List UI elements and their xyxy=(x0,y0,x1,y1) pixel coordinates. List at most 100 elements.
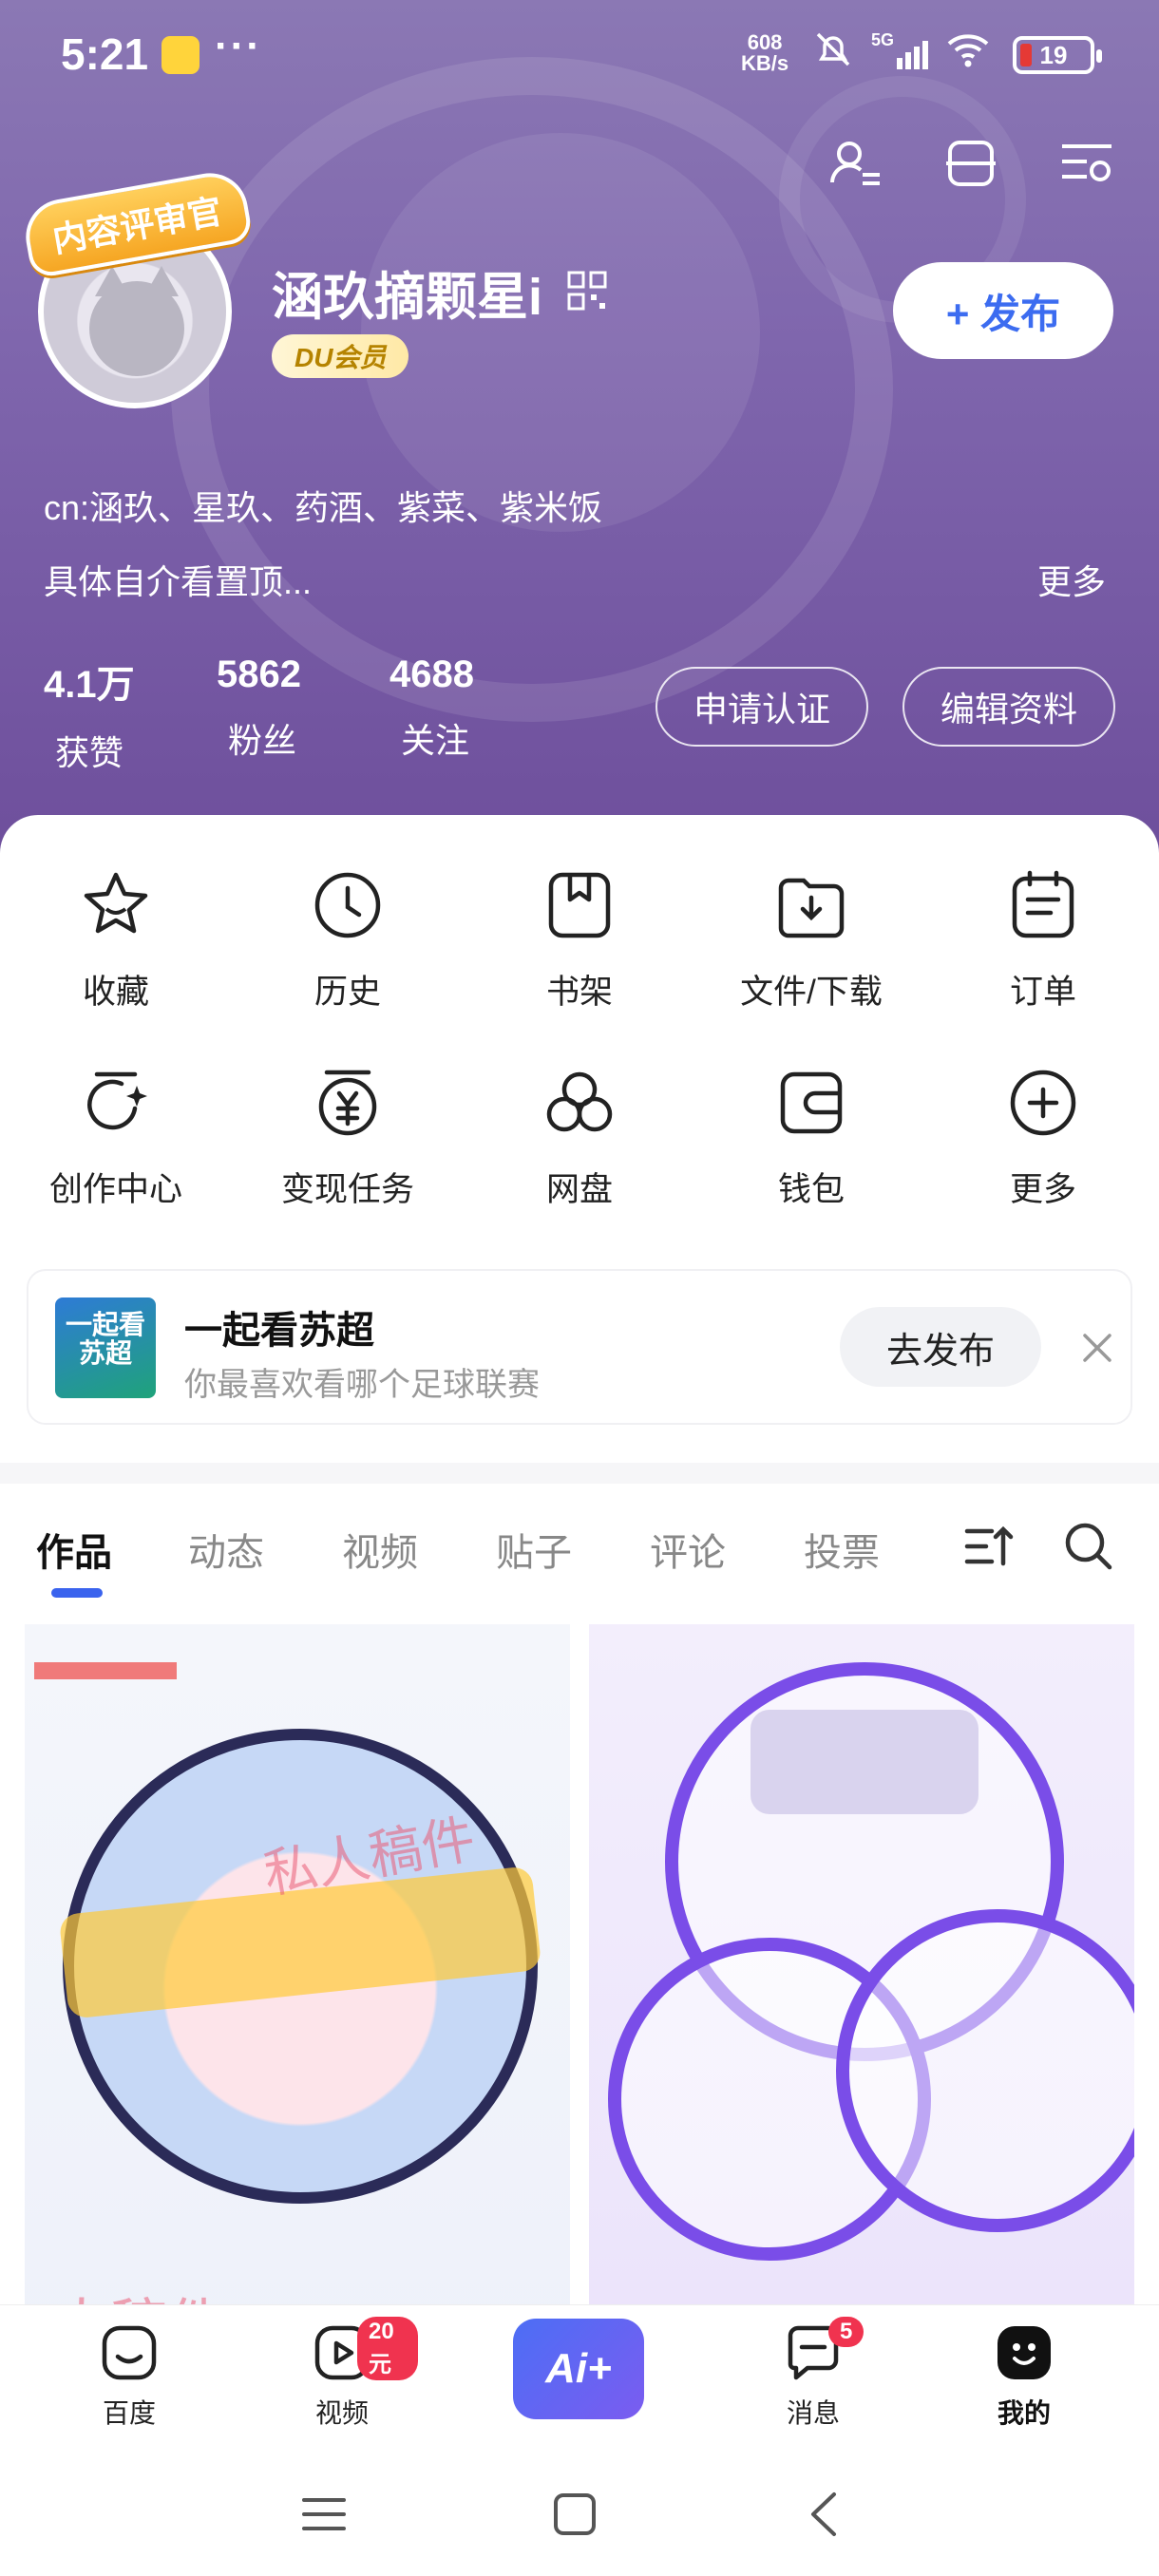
bio-line: cn:涵玖、星玖、药酒、紫菜、紫米饭 xyxy=(44,488,603,527)
promo-title: 一起看苏超 xyxy=(184,1310,374,1352)
stat-followers[interactable]: 5862 粉丝 xyxy=(217,653,390,775)
content-tabs: 作品 动态 视频 贴子 评论 投票 xyxy=(0,1493,1159,1600)
tab-videos[interactable]: 视频 xyxy=(342,1522,418,1577)
nav-video[interactable]: 视频 20元 xyxy=(266,2317,418,2431)
menu-icon xyxy=(302,2498,346,2530)
sort-button[interactable] xyxy=(963,1520,1016,1578)
bookshelf-icon xyxy=(548,872,611,938)
stat-label: 获赞 xyxy=(55,733,124,772)
nav-label: 百度 xyxy=(102,2398,156,2428)
avatar-character xyxy=(89,266,184,376)
add-friend-button[interactable] xyxy=(825,133,885,194)
wifi-icon xyxy=(947,34,989,67)
nav-label: 视频 xyxy=(314,2398,369,2428)
qr-code-button[interactable] xyxy=(566,270,608,316)
network-speed-unit: KB/s xyxy=(741,51,789,75)
user-settings-icon xyxy=(830,142,880,185)
download-icon xyxy=(778,878,845,938)
stat-likes[interactable]: 4.1万 获赞 xyxy=(44,653,217,775)
stat-label: 关注 xyxy=(401,721,470,760)
system-navigation-bar xyxy=(0,2453,1159,2576)
vip-badge[interactable]: DU会员 xyxy=(272,334,409,378)
cellular-signal-icon: 5G xyxy=(871,30,929,69)
username: 涵玖摘颗星i xyxy=(272,269,543,326)
tab-works[interactable]: 作品 xyxy=(36,1522,112,1577)
promo-publish-button[interactable]: 去发布 xyxy=(840,1307,1041,1387)
publish-button[interactable]: + 发布 xyxy=(893,262,1113,359)
ai-assistant-button[interactable]: Ai+ xyxy=(513,2319,644,2419)
grid-item-creation-center[interactable]: 创作中心 xyxy=(0,1060,232,1258)
grid-item-label: 订单 xyxy=(1009,974,1076,1011)
grid-item-label: 历史 xyxy=(314,974,381,1011)
edit-profile-button[interactable]: 编辑资料 xyxy=(902,667,1115,747)
nav-me[interactable]: 我的 xyxy=(948,2322,1100,2431)
nav-messages[interactable]: 消息 5 xyxy=(737,2317,889,2431)
promo-thumbnail: 一起看苏超 xyxy=(55,1297,156,1398)
battery-level: 19 xyxy=(1039,40,1068,69)
scan-icon xyxy=(946,141,996,186)
grid-item-more[interactable]: 更多 xyxy=(927,1060,1159,1258)
grid-item-label: 网盘 xyxy=(545,1171,613,1208)
bio-more-link[interactable]: 更多 xyxy=(1037,555,1106,604)
feature-grid: 收藏 历史 书架 文件/下载 订单 创作中心 变现任务 网盘 钱包 更多 xyxy=(0,862,1159,1258)
cloud-drive-icon xyxy=(546,1071,613,1132)
wallet-icon xyxy=(780,1071,843,1134)
baidu-home-icon xyxy=(102,2325,157,2380)
video-reward-badge: 20元 xyxy=(357,2317,418,2380)
stat-value: 4688 xyxy=(390,653,474,695)
work-thumbnail[interactable]: 私人稿件 人稿件 xyxy=(25,1624,570,2375)
grid-item-monetization[interactable]: 变现任务 xyxy=(232,1060,464,1258)
qr-code-icon xyxy=(567,271,607,311)
status-time: 5:21 xyxy=(61,29,149,79)
grid-item-label: 文件/下载 xyxy=(740,974,883,1011)
mute-bell-icon xyxy=(816,32,850,66)
grid-item-label: 收藏 xyxy=(82,974,149,1011)
apply-verification-button[interactable]: 申请认证 xyxy=(656,667,868,747)
section-divider xyxy=(0,1463,1159,1484)
profile-face-icon xyxy=(998,2326,1051,2379)
grid-item-history[interactable]: 历史 xyxy=(232,862,464,1060)
home-button[interactable] xyxy=(542,2481,608,2548)
back-arrow-icon xyxy=(811,2492,836,2536)
work-thumbnail[interactable] xyxy=(589,1624,1134,2375)
battery-icon: 19 xyxy=(1013,36,1102,74)
promo-close-button[interactable] xyxy=(1074,1324,1121,1372)
grid-item-label: 更多 xyxy=(1009,1171,1076,1208)
grid-item-label: 钱包 xyxy=(777,1171,845,1208)
grid-item-label: 书架 xyxy=(545,974,613,1011)
recent-apps-button[interactable] xyxy=(291,2481,357,2548)
unread-count-badge: 5 xyxy=(828,2317,864,2347)
star-icon xyxy=(84,872,148,934)
active-tab-indicator xyxy=(51,1588,103,1598)
tab-comments[interactable]: 评论 xyxy=(650,1522,726,1577)
grid-item-cloud-drive[interactable]: 网盘 xyxy=(464,1060,695,1258)
promo-subtitle: 你最喜欢看哪个足球联赛 xyxy=(184,1367,540,1403)
stat-following[interactable]: 4688 关注 xyxy=(390,653,562,775)
header-background-art xyxy=(361,133,760,532)
settings-icon xyxy=(1062,144,1112,181)
grid-item-favorites[interactable]: 收藏 xyxy=(0,862,232,1060)
grid-item-label: 变现任务 xyxy=(280,1171,414,1208)
status-icons: 5G xyxy=(812,28,991,70)
settings-button[interactable] xyxy=(1056,133,1117,194)
tab-updates[interactable]: 动态 xyxy=(188,1522,264,1577)
scan-button[interactable] xyxy=(940,133,1001,194)
grid-item-wallet[interactable]: 钱包 xyxy=(695,1060,927,1258)
nav-label: 消息 xyxy=(786,2398,840,2428)
creation-icon xyxy=(87,1071,147,1130)
bottom-navigation: 百度 视频 20元 Ai+ 消息 5 我的 xyxy=(0,2304,1159,2453)
profile-stats: 4.1万 获赞 5862 粉丝 4688 关注 xyxy=(44,653,562,775)
grid-item-downloads[interactable]: 文件/下载 xyxy=(695,862,927,1060)
tab-votes[interactable]: 投票 xyxy=(804,1522,880,1577)
grid-item-orders[interactable]: 订单 xyxy=(927,862,1159,1060)
network-speed: 608 KB/s xyxy=(741,32,788,74)
order-icon xyxy=(1012,870,1074,938)
clock-icon xyxy=(314,872,381,938)
notification-app-icon xyxy=(162,36,200,74)
nav-baidu[interactable]: 百度 xyxy=(53,2322,205,2431)
tab-posts[interactable]: 贴子 xyxy=(496,1522,572,1577)
grid-item-bookshelf[interactable]: 书架 xyxy=(464,862,695,1060)
promo-card[interactable]: 一起看苏超 一起看苏超 你最喜欢看哪个足球联赛 去发布 xyxy=(27,1269,1132,1425)
back-button[interactable] xyxy=(792,2481,859,2548)
search-button[interactable] xyxy=(1062,1520,1115,1578)
